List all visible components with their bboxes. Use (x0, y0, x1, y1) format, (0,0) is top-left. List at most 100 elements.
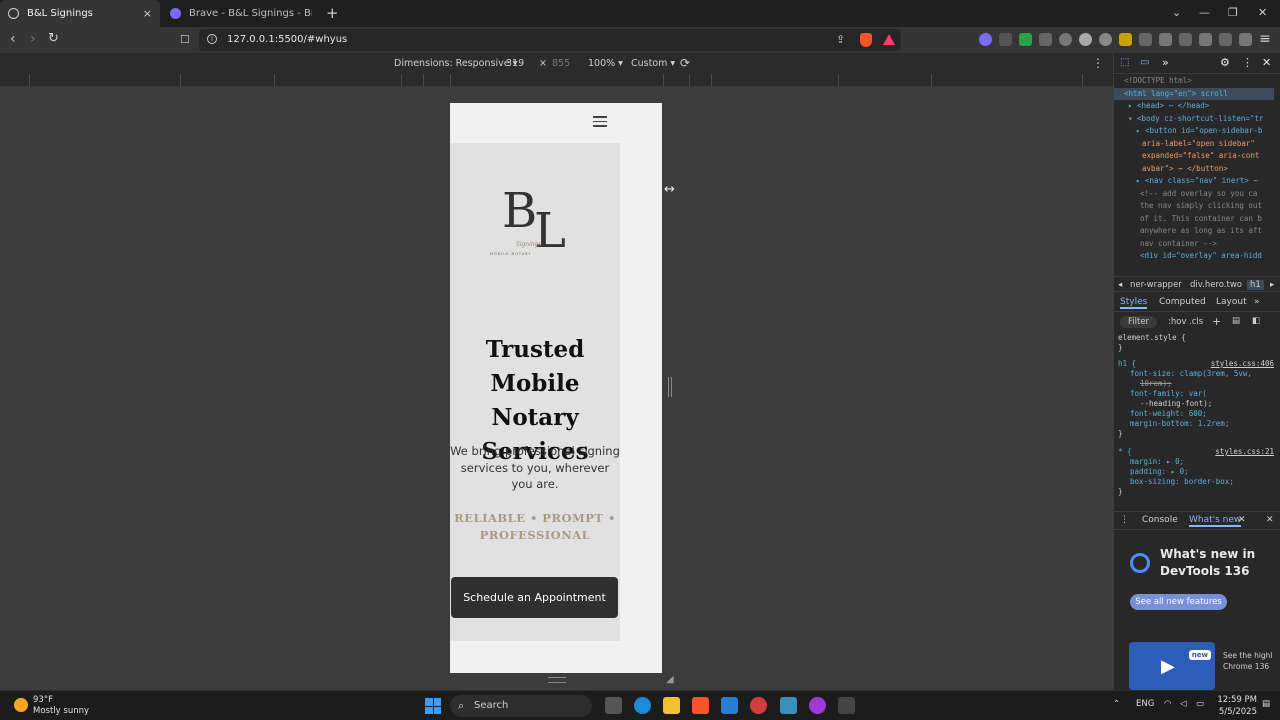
reload-button[interactable]: ↻ (48, 31, 59, 46)
drawer-menu-icon[interactable]: ⋮ (1120, 515, 1129, 525)
sidebar-toggle-icon[interactable]: ◧ (1252, 316, 1260, 326)
styles-pane[interactable]: element.style { } h1 { styles.css:406 fo… (1114, 333, 1274, 497)
style-prop[interactable]: 10rem); (1114, 379, 1274, 389)
tree-node[interactable]: expanded="false" aria-cont (1114, 150, 1274, 163)
add-rule-button[interactable]: + (1212, 315, 1221, 328)
zoom-dropdown[interactable]: 100% ▾ (588, 58, 623, 69)
schedule-appointment-button[interactable]: Schedule an Appointment (451, 577, 618, 618)
tab-more[interactable]: » (1254, 297, 1260, 307)
tree-node[interactable]: avbar"> ⋯ </button> (1114, 163, 1274, 176)
tree-node[interactable]: ▸ <nav class="nav" inert> ⋯ (1114, 175, 1274, 188)
edge-icon[interactable] (634, 697, 651, 714)
sidebar-icon[interactable] (1179, 33, 1192, 46)
style-prop[interactable]: margin: ▸ 0; (1114, 457, 1274, 467)
clock[interactable]: 12:59 PM 5/5/2025 (1212, 694, 1257, 718)
extension-icon[interactable] (1019, 33, 1032, 46)
tree-node[interactable]: anywhere as long as its aft (1114, 225, 1274, 238)
app-icon[interactable] (780, 697, 797, 714)
tree-node[interactable]: <!-- add overlay so you ca (1114, 188, 1274, 201)
hover-toggle[interactable]: :hov (1168, 317, 1186, 327)
app-icon[interactable] (809, 697, 826, 714)
tree-node[interactable]: <div id="overlay" area-hidd (1114, 250, 1274, 263)
see-all-features-button[interactable]: See all new features (1130, 594, 1227, 610)
tray-chevron-icon[interactable]: ⌃ (1113, 699, 1120, 709)
style-prop[interactable]: font-family: var( (1114, 389, 1274, 399)
tab-whats-new[interactable]: What's new (1189, 515, 1242, 527)
battery-icon[interactable]: ▭ (1196, 699, 1204, 709)
rotate-icon[interactable]: ⟳ (680, 56, 690, 70)
tree-node[interactable]: of it. This container can b (1114, 213, 1274, 226)
tree-node[interactable]: ▸ <button id="open-sidebar-b (1114, 125, 1274, 138)
extension-icon[interactable] (1119, 33, 1132, 46)
tree-node[interactable]: <html lang="en"> scroll (1114, 87, 1274, 100)
more-options-icon[interactable]: ⋮ (1242, 56, 1253, 69)
tab-layout[interactable]: Layout (1216, 297, 1247, 307)
close-tab-icon[interactable]: × (143, 7, 152, 20)
tree-node[interactable]: ▸ <head> ⋯ </head> (1114, 100, 1274, 113)
style-prop[interactable]: margin-bottom: 1.2rem; (1114, 419, 1274, 429)
tree-node[interactable]: the nav simply clicking out (1114, 200, 1274, 213)
extension-icon[interactable] (1079, 33, 1092, 46)
source-link[interactable]: styles.css:21 (1215, 447, 1274, 457)
style-rule[interactable]: * { styles.css:21 (1114, 447, 1274, 457)
class-toggle[interactable]: .cls (1189, 317, 1203, 327)
close-tab-icon[interactable]: ✕ (1238, 515, 1246, 525)
brave-rewards-icon[interactable] (883, 34, 895, 45)
extension-icon[interactable] (1059, 33, 1072, 46)
back-button[interactable]: ‹ (10, 31, 16, 47)
extension-icon[interactable] (979, 33, 992, 46)
style-prop[interactable]: padding: ▸ 0; (1114, 467, 1274, 477)
style-prop[interactable]: font-size: clamp(3rem, 5vw, (1114, 369, 1274, 379)
media-query-ruler[interactable] (0, 74, 1113, 87)
address-bar[interactable]: i 127.0.0.1:5500/#whyus ⇪ (199, 29, 901, 51)
vscode-icon[interactable] (721, 697, 738, 714)
paint-icon[interactable]: ▤ (1232, 316, 1240, 326)
extension-icon[interactable] (1099, 33, 1112, 46)
bookmark-icon[interactable]: ☐ (180, 33, 190, 46)
music-icon[interactable] (1159, 33, 1172, 46)
share-icon[interactable]: ⇪ (836, 33, 845, 46)
width-resize-handle[interactable] (668, 377, 672, 397)
extension-icon[interactable] (999, 33, 1012, 46)
tree-node[interactable]: ▾ <body cz-shortcut-listen="tr (1114, 113, 1274, 126)
tab-computed[interactable]: Computed (1159, 297, 1206, 307)
tree-node[interactable]: <!DOCTYPE html> (1114, 75, 1274, 88)
source-link[interactable]: styles.css:406 (1211, 359, 1274, 369)
menu-icon[interactable]: ≡ (1259, 31, 1271, 47)
brave-taskbar-icon[interactable] (692, 697, 709, 714)
leo-icon[interactable] (1219, 33, 1232, 46)
tree-node[interactable]: aria-label="open sidebar" (1114, 138, 1274, 151)
minimize-button[interactable]: — (1199, 6, 1210, 19)
file-explorer-icon[interactable] (663, 697, 680, 714)
close-devtools-icon[interactable]: ✕ (1262, 56, 1271, 69)
new-tab-button[interactable]: + (326, 4, 339, 22)
style-prop[interactable]: font-weight: 600; (1114, 409, 1274, 419)
vpn-icon[interactable] (1239, 33, 1252, 46)
tab-console[interactable]: Console (1142, 515, 1178, 525)
style-rule[interactable]: h1 { styles.css:406 (1114, 359, 1274, 369)
play-icon[interactable]: ▶ (1161, 656, 1175, 677)
breadcrumb-forward-icon[interactable]: ▸ (1270, 280, 1274, 290)
breadcrumb-item-active[interactable]: h1 (1247, 280, 1264, 290)
tab-search-icon[interactable]: ⌄ (1172, 6, 1181, 19)
forward-button[interactable]: › (30, 31, 36, 47)
elements-tree[interactable]: <!DOCTYPE html> <html lang="en"> scroll … (1114, 75, 1274, 265)
style-prop[interactable]: box-sizing: border-box; (1114, 477, 1274, 487)
more-tabs-icon[interactable]: » (1162, 56, 1169, 69)
breadcrumb-item[interactable]: ner-wrapper (1130, 280, 1182, 290)
wifi-icon[interactable]: ◠ (1164, 699, 1171, 709)
corner-resize-handle[interactable]: ◢ (666, 674, 674, 685)
wallet-icon[interactable] (1199, 33, 1212, 46)
height-input[interactable]: 855 (552, 58, 570, 69)
settings-icon[interactable]: ⚙ (1220, 56, 1230, 69)
app-icon[interactable] (750, 697, 767, 714)
restore-button[interactable]: ❐ (1228, 6, 1238, 19)
tab-styles[interactable]: Styles (1120, 297, 1148, 309)
terminal-icon[interactable] (838, 697, 855, 714)
breadcrumb-back-icon[interactable]: ◂ (1118, 280, 1122, 290)
hamburger-icon[interactable] (593, 116, 607, 127)
more-options-icon[interactable]: ⋮ (1092, 56, 1104, 70)
device-toggle-icon[interactable]: ▭ (1140, 57, 1149, 68)
task-view-icon[interactable] (605, 697, 622, 714)
windows-start-icon[interactable] (425, 698, 441, 714)
